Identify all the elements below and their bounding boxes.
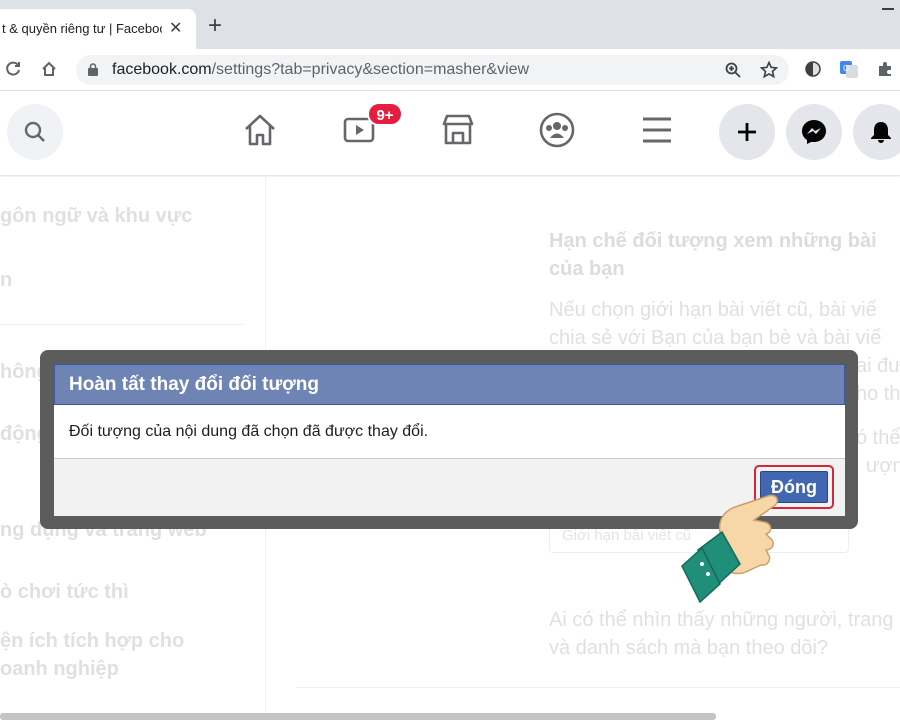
description-fragment: ai đư [856, 355, 900, 377]
reload-icon[interactable] [2, 58, 24, 80]
zoom-icon[interactable] [722, 59, 744, 81]
browser-tabstrip: t & quyền riêng tư | Facebook ✕ + [0, 0, 900, 49]
messenger-icon [802, 120, 826, 144]
nav-home[interactable] [240, 110, 280, 150]
nav-menu[interactable] [637, 110, 677, 150]
url-host: facebook.com [112, 61, 212, 78]
sidebar-divider [0, 324, 244, 325]
home-icon [245, 114, 275, 146]
svg-text:G: G [843, 64, 849, 73]
marketplace-icon [442, 114, 474, 145]
sidebar-item-instant-games[interactable]: ò chơi tức thì [0, 581, 129, 604]
description-fragment: ượn [866, 455, 900, 477]
minimize-icon[interactable] [882, 8, 894, 10]
pointing-hand-icon [681, 494, 779, 604]
groups-icon [539, 112, 575, 148]
extensions-puzzle-icon[interactable] [874, 58, 896, 80]
bell-icon [871, 122, 891, 143]
limit-past-posts-heading-line2: của bạn [549, 258, 625, 280]
plus-icon [738, 123, 756, 141]
lock-icon [88, 63, 98, 76]
create-button[interactable] [719, 104, 775, 160]
notifications-button[interactable] [853, 104, 900, 160]
url-path: /settings?tab=privacy&section=masher&vie… [211, 61, 530, 78]
address-bar[interactable]: facebook.com/settings?tab=privacy&sectio… [76, 55, 789, 85]
home-icon[interactable] [38, 58, 60, 80]
tab-close-icon[interactable]: ✕ [169, 18, 182, 38]
new-tab-button[interactable]: + [208, 14, 222, 38]
facebook-header: 9+ [0, 92, 900, 176]
browser-toolbar: facebook.com/settings?tab=privacy&sectio… [0, 49, 900, 91]
search-button[interactable] [7, 104, 63, 160]
search-icon [24, 121, 45, 142]
sidebar-item-business-integrations-line2: oanh nghiệp [0, 658, 119, 680]
limit-past-posts-description-line2: chia sẻ với Bạn của bạn bè và bài viế [549, 327, 882, 349]
following-question: Ai có thể nhìn thấy những người, trang [549, 609, 894, 631]
translate-extension-icon[interactable]: G [838, 58, 860, 80]
following-question-line2: và danh sách mà bạn theo dõi? [549, 637, 829, 659]
description-fragment: ó thể [856, 427, 900, 449]
dark-mode-extension-icon[interactable] [802, 58, 824, 80]
dialog-title: Hoàn tất thay đổi đối tượng [69, 374, 319, 395]
sidebar-item-business-integrations[interactable]: ện ích tích hợp cho [0, 630, 184, 653]
menu-icon [643, 117, 671, 143]
browser-tab[interactable]: t & quyền riêng tư | Facebook ✕ [0, 9, 196, 49]
section-divider [296, 687, 900, 688]
bookmark-star-icon[interactable] [758, 59, 780, 81]
dialog-header: Hoàn tất thay đổi đối tượng [54, 364, 845, 405]
notification-badge: 9+ [367, 102, 403, 126]
limit-past-posts-description: Nếu chọn giới hạn bài viết cũ, bài viế [549, 299, 877, 321]
url-text: facebook.com/settings?tab=privacy&sectio… [112, 61, 529, 79]
tab-title: t & quyền riêng tư | Facebook [2, 21, 162, 36]
nav-marketplace[interactable] [438, 110, 478, 150]
nav-groups[interactable] [537, 110, 577, 150]
horizontal-scrollbar[interactable] [0, 713, 716, 720]
description-fragment: ho th [856, 383, 900, 405]
messenger-button[interactable] [786, 104, 842, 160]
dialog-message: Đối tượng của nội dung đã chọn đã được t… [69, 423, 429, 440]
sidebar-item-account[interactable]: n [0, 269, 12, 292]
limit-past-posts-heading: Hạn chế đối tượng xem những bài [549, 230, 877, 252]
sidebar-item-language[interactable]: gôn ngữ và khu vực [0, 205, 192, 228]
